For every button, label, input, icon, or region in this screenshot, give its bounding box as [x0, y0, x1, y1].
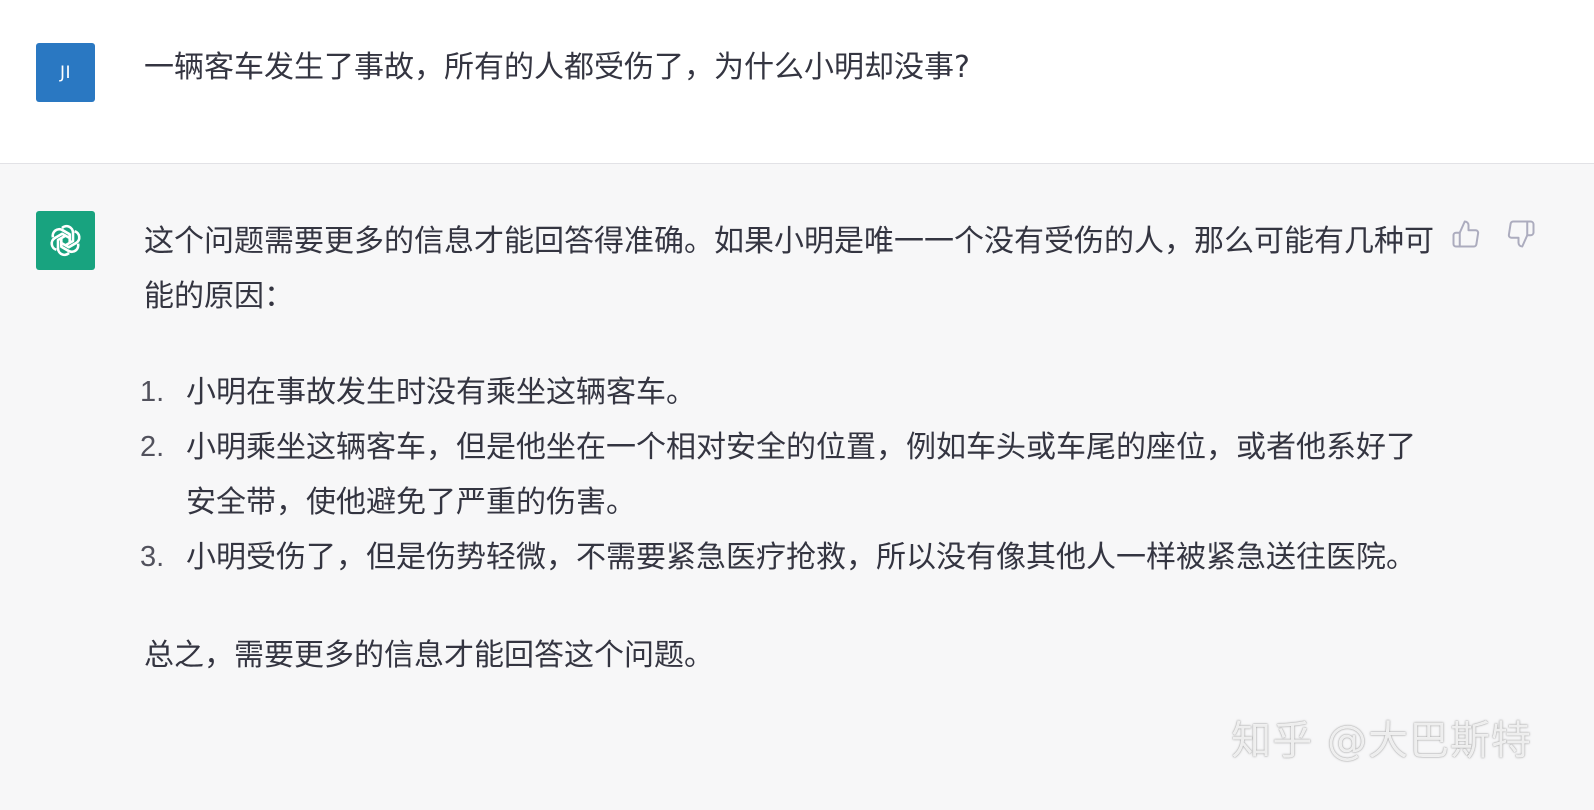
list-item: 3. 小明受伤了，但是伤势轻微，不需要紧急医疗抢救，所以没有像其他人一样被紧急送… — [140, 530, 1434, 585]
answer-intro: 这个问题需要更多的信息才能回答得准确。如果小明是唯一一个没有受伤的人，那么可能有… — [144, 224, 1434, 314]
assistant-message-row: 这个问题需要更多的信息才能回答得准确。如果小明是唯一一个没有受伤的人，那么可能有… — [0, 164, 1594, 810]
thumbs-up-icon — [1452, 220, 1480, 248]
watermark: 知乎 @大巴斯特 — [1231, 718, 1532, 764]
list-item-text: 小明乘坐这辆客车，但是他坐在一个相对安全的位置，例如车头或车尾的座位，或者他系好… — [186, 430, 1416, 520]
assistant-answer: 这个问题需要更多的信息才能回答得准确。如果小明是唯一一个没有受伤的人，那么可能有… — [140, 214, 1434, 683]
list-item: 1. 小明在事故发生时没有乘坐这辆客车。 — [140, 365, 1434, 420]
thumbs-down-icon — [1507, 220, 1535, 248]
list-item-text: 小明在事故发生时没有乘坐这辆客车。 — [186, 375, 696, 410]
assistant-avatar — [36, 211, 95, 270]
openai-logo-icon — [50, 224, 81, 257]
thumbs-up-button[interactable] — [1449, 217, 1483, 251]
user-message-row: JI 一辆客车发生了事故，所有的人都受伤了，为什么小明却没事? — [0, 0, 1594, 164]
list-item-number: 2. — [140, 431, 165, 463]
list-item-number: 3. — [140, 541, 165, 573]
list-item-number: 1. — [140, 376, 165, 408]
thumbs-down-button[interactable] — [1504, 217, 1538, 251]
list-item: 2. 小明乘坐这辆客车，但是他坐在一个相对安全的位置，例如车头或车尾的座位，或者… — [140, 420, 1434, 530]
user-avatar: JI — [36, 43, 95, 102]
user-question: 一辆客车发生了事故，所有的人都受伤了，为什么小明却没事? — [144, 50, 970, 85]
list-item-text: 小明受伤了，但是伤势轻微，不需要紧急医疗抢救，所以没有像其他人一样被紧急送往医院… — [186, 540, 1416, 575]
answer-conclusion: 总之，需要更多的信息才能回答这个问题。 — [144, 638, 714, 673]
reasons-list: 1. 小明在事故发生时没有乘坐这辆客车。 2. 小明乘坐这辆客车，但是他坐在一个… — [140, 365, 1434, 585]
